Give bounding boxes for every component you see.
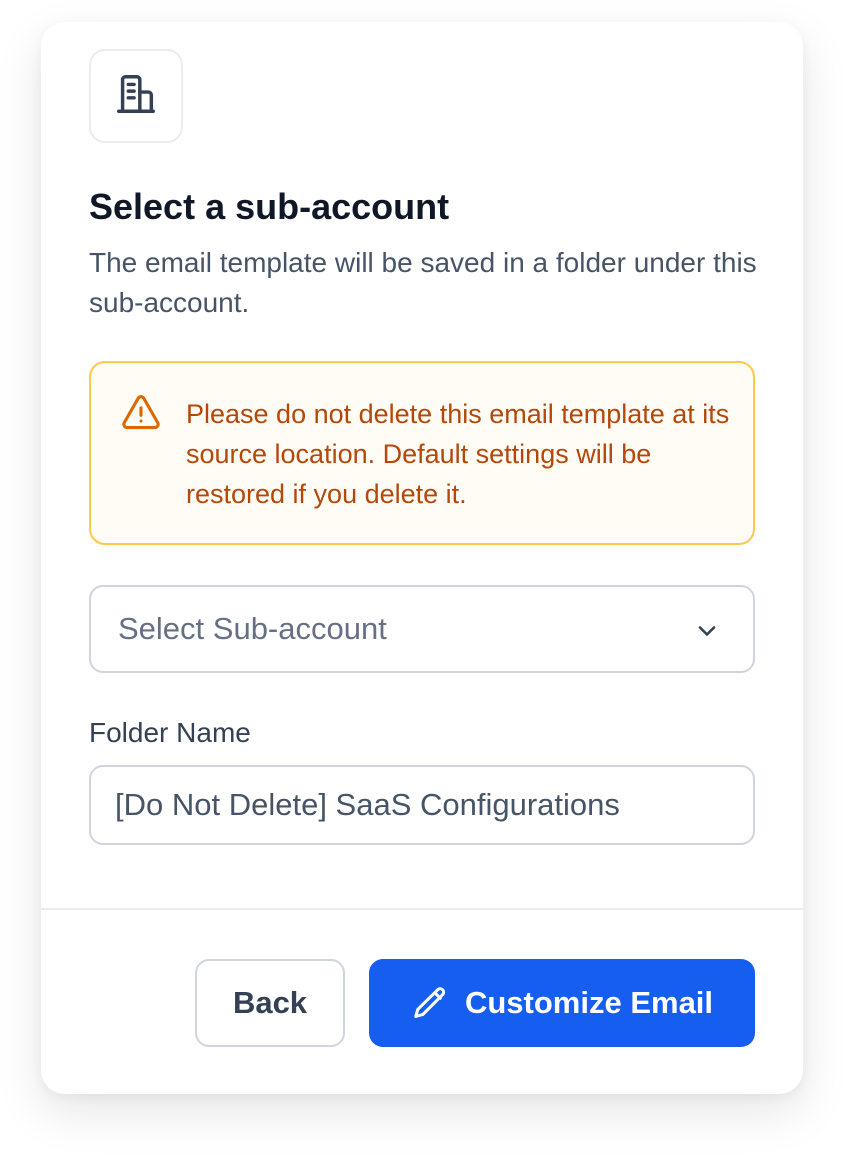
dialog-title: Select a sub-account [89,186,450,227]
chevron-down-icon [693,617,721,650]
pencil-icon [411,984,449,1022]
folder-name-label: Folder Name [89,717,251,748]
dialog-subtitle: The email template will be saved in a fo… [89,247,757,318]
building-icon [113,71,159,122]
footer-divider [41,908,803,910]
subaccount-select[interactable]: Select Sub-account [89,585,755,673]
back-button-label: Back [232,985,308,1020]
back-button[interactable]: Back [195,959,345,1047]
warning-message: Please do not delete this email template… [186,399,730,509]
customize-email-button[interactable]: Customize Email [369,959,755,1047]
folder-name-input[interactable] [89,765,755,845]
header-icon-container [89,49,183,143]
warning-alert: Please do not delete this email template… [89,361,755,545]
customize-email-button-label: Customize Email [464,985,714,1020]
subaccount-select-value: Select Sub-account [118,611,387,646]
warning-triangle-icon [121,394,161,435]
select-subaccount-dialog: Select a sub-account The email template … [41,22,803,1094]
